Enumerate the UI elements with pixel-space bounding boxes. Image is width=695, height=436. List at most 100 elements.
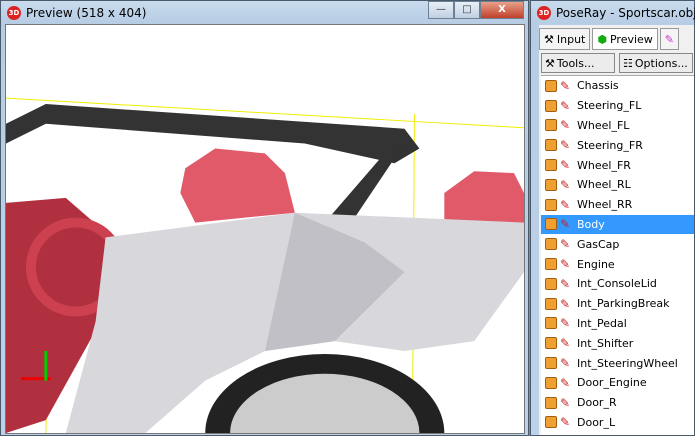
brush-icon: ✎ (560, 237, 571, 252)
cube-icon (545, 396, 557, 409)
cube-icon (545, 238, 557, 251)
brush-icon: ✎ (560, 138, 571, 153)
list-item[interactable]: ✎ Int_Shifter (541, 333, 694, 353)
gem-icon: ⬢ (597, 32, 607, 46)
poseray-window: 3D PoseRay - Sportscar.obj ⚒ Input ⬢ Previ… (530, 0, 695, 436)
list-item[interactable]: ✎ Wheel_FL (541, 116, 694, 136)
brush-icon: ✎ (560, 356, 571, 371)
cube-icon (545, 99, 557, 112)
app-logo-icon: 3D (537, 6, 551, 20)
list-item[interactable]: ✎ Wheel_RR (541, 195, 694, 215)
cube-icon (545, 79, 557, 92)
group-label: Steering_FR (577, 138, 643, 152)
brush-icon: ✎ (560, 118, 571, 133)
brush-icon: ✎ (560, 276, 571, 291)
list-item[interactable]: ✎ GasCap (541, 234, 694, 254)
app-logo-icon: 3D (7, 6, 21, 20)
list-item[interactable]: ✎ Wheel_FR (541, 155, 694, 175)
options-button[interactable]: ☷ Options... (619, 53, 693, 73)
brush-icon: ✎ (560, 217, 571, 232)
list-item[interactable]: ✎ Int_Pedal (541, 314, 694, 334)
tools-label: Tools... (556, 56, 595, 70)
group-list[interactable]: ✎ Chassis ✎ Steering_FL ✎ Wheel_FL ✎ Steering_F… (541, 75, 694, 435)
group-label: Int_ConsoleLid (577, 277, 657, 291)
group-label: Steering_FL (577, 99, 642, 113)
cube-icon (545, 218, 557, 231)
brush-icon: ✎ (560, 395, 571, 410)
cube-icon (545, 258, 557, 271)
minimize-button[interactable]: — (428, 1, 454, 19)
list-item[interactable]: ✎ Door_R (541, 393, 694, 413)
car-render (6, 97, 524, 433)
3d-preview-canvas[interactable] (5, 24, 525, 434)
tab-preview[interactable]: ⬢ Preview (592, 28, 658, 50)
brush-icon: ✎ (560, 257, 571, 272)
group-label: Chassis (577, 79, 619, 93)
list-item[interactable]: ✎ Steering_FR (541, 135, 694, 155)
tools-button[interactable]: ⚒ Tools... (541, 53, 615, 73)
list-item[interactable]: ✎ Int_ConsoleLid (541, 274, 694, 294)
group-label: Wheel_RL (577, 178, 631, 192)
paint-icon: ✎ (664, 32, 675, 46)
brush-icon: ✎ (560, 98, 571, 113)
brush-icon: ✎ (560, 197, 571, 212)
list-item[interactable]: ✎ Door_L (541, 413, 694, 433)
group-label: Wheel_RR (577, 198, 633, 212)
group-label: Int_Shifter (577, 336, 634, 350)
brush-icon: ✎ (560, 296, 571, 311)
brush-icon: ✎ (560, 336, 571, 351)
cube-icon (545, 357, 557, 370)
group-label: Door_Engine (577, 376, 647, 390)
list-item[interactable]: ✎ Int_ParkingBreak (541, 294, 694, 314)
maximize-button[interactable]: □ (454, 1, 480, 19)
cube-icon (545, 178, 557, 191)
preview-title: Preview (518 x 404) (26, 6, 147, 20)
cube-icon (545, 198, 557, 211)
group-label: Door_R (577, 396, 617, 410)
cube-icon (545, 297, 557, 310)
cube-icon (545, 337, 557, 350)
group-label: Door_L (577, 415, 616, 429)
cube-icon (545, 119, 557, 132)
cube-icon (545, 139, 557, 152)
tab-input-label: Input (556, 32, 586, 46)
cube-icon (545, 159, 557, 172)
options-label: Options... (634, 56, 688, 70)
group-label: GasCap (577, 237, 620, 251)
group-label: Int_ParkingBreak (577, 297, 670, 311)
group-label: Int_Pedal (577, 316, 627, 330)
brush-icon: ✎ (560, 158, 571, 173)
group-label: Engine (577, 257, 615, 271)
list-item[interactable]: ✎ Body (541, 214, 694, 235)
brush-icon: ✎ (560, 177, 571, 192)
poseray-titlebar: 3D PoseRay - Sportscar.obj (537, 4, 695, 22)
list-item[interactable]: ✎ Door_Engine (541, 373, 694, 393)
list-item[interactable]: ✎ Engine (541, 254, 694, 274)
tab-input[interactable]: ⚒ Input (539, 28, 591, 50)
tab-preview-label: Preview (609, 32, 653, 46)
group-label: Int_SteeringWheel (577, 356, 678, 370)
brush-icon: ✎ (560, 316, 571, 331)
brush-icon: ✎ (560, 415, 571, 430)
cube-icon (545, 376, 557, 389)
group-label: Body (577, 217, 605, 231)
group-label: Wheel_FR (577, 158, 631, 172)
close-button[interactable]: X (480, 1, 524, 19)
poseray-title: PoseRay - Sportscar.obj (556, 6, 695, 20)
list-item[interactable]: ✎ Steering_FL (541, 96, 694, 116)
options-icon: ☷ (623, 56, 633, 70)
preview-window: 3D Preview (518 x 404) — □ X (0, 0, 529, 436)
list-item[interactable]: ✎ Chassis (541, 76, 694, 96)
cube-icon (545, 416, 557, 429)
tab-render[interactable]: ✎ (659, 28, 680, 50)
brush-icon: ✎ (560, 78, 571, 93)
preview-titlebar: 3D Preview (518 x 404) (7, 4, 146, 22)
cube-icon (545, 317, 557, 330)
brush-icon: ✎ (560, 375, 571, 390)
group-label: Wheel_FL (577, 118, 630, 132)
cube-icon (545, 277, 557, 290)
list-item[interactable]: ✎ Int_SteeringWheel (541, 353, 694, 373)
wrench-icon: ⚒ (544, 32, 554, 46)
hammer-icon: ⚒ (545, 56, 555, 70)
list-item[interactable]: ✎ Wheel_RL (541, 175, 694, 195)
